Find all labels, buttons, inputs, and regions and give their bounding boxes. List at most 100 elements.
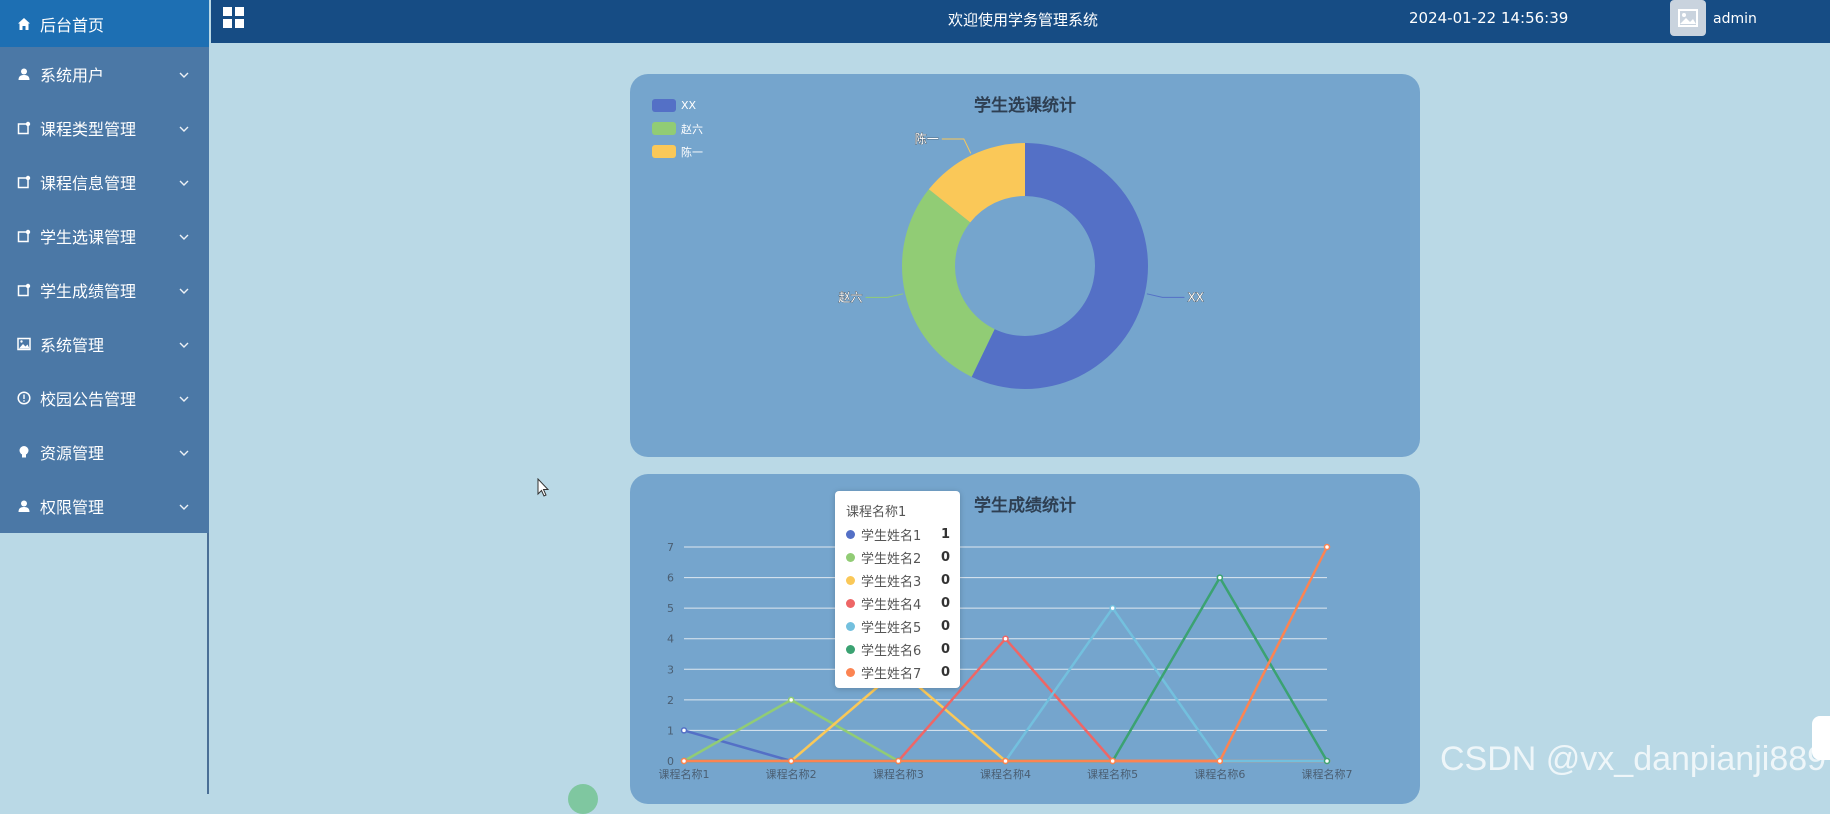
sidebar-menu: 后台首页系统用户课程类型管理 课程信息管理学生选课管理学生成绩管理 系统管理校园公告… xyxy=(0,0,209,533)
chevron-down-icon xyxy=(179,499,189,513)
edit-icon xyxy=(16,174,32,190)
x-tick-label: 课程名称1 xyxy=(659,767,710,781)
data-point[interactable] xyxy=(1109,757,1116,765)
data-point[interactable] xyxy=(1109,604,1116,612)
y-tick-label: 7 xyxy=(667,541,674,554)
grid-menu-icon[interactable] xyxy=(223,7,245,33)
data-point[interactable] xyxy=(787,757,795,765)
series-line[interactable] xyxy=(683,729,1327,763)
tooltip-series-value: 0 xyxy=(940,595,950,611)
x-tick-label: 课程名称2 xyxy=(766,767,817,781)
tooltip-row: 学生姓名2 0 xyxy=(846,547,950,567)
chevron-down-icon xyxy=(179,67,189,81)
x-tick-label: 课程名称6 xyxy=(1194,767,1245,781)
data-point[interactable] xyxy=(1323,757,1331,765)
edit-icon xyxy=(16,282,32,298)
sidebar-item-4[interactable]: 学生选课管理 xyxy=(0,209,209,263)
pie-label-line xyxy=(941,138,972,154)
sidebar-item-9[interactable]: 权限管理 xyxy=(0,479,209,533)
sidebar-item-2[interactable]: 课程类型管理 xyxy=(0,101,209,155)
tooltip-series-name: 学生姓名7 xyxy=(861,666,922,682)
mouse-cursor-icon xyxy=(537,477,550,502)
tooltip-series-value: 0 xyxy=(940,549,950,565)
tooltip-title: 课程名称1 xyxy=(846,505,907,520)
legend-dot-icon xyxy=(846,552,855,562)
y-tick-label: 3 xyxy=(667,663,674,676)
sidebar-item-label: 权限管理 xyxy=(40,498,105,517)
tooltip-row: 学生姓名6 0 xyxy=(846,639,950,659)
tooltip-series-value: 0 xyxy=(940,572,950,588)
info-icon xyxy=(16,390,32,406)
legend-dot-icon xyxy=(846,644,855,654)
tooltip-series-value: 1 xyxy=(940,526,950,542)
sidebar-item-0[interactable]: 后台首页 xyxy=(0,0,209,47)
series-line[interactable] xyxy=(684,667,1327,763)
data-point[interactable] xyxy=(895,757,902,765)
sidebar-item-label: 系统用户 xyxy=(40,66,105,85)
tooltip-series-name: 学生姓名5 xyxy=(861,620,922,636)
sidebar: 后台首页系统用户课程类型管理 课程信息管理学生选课管理学生成绩管理 系统管理校园公告… xyxy=(0,0,209,794)
tooltip-row: 学生姓名3 0 xyxy=(846,570,950,590)
tooltip-row: 学生姓名5 0 xyxy=(846,616,950,636)
top-header: 欢迎使用学务管理系统 2024-01-22 14:56:39 admin xyxy=(211,0,1830,43)
x-tick-label: 课程名称7 xyxy=(1302,767,1353,781)
chevron-down-icon xyxy=(179,445,189,459)
user-icon xyxy=(16,498,32,514)
data-point[interactable] xyxy=(1002,757,1009,765)
pie-slice[interactable] xyxy=(901,189,995,377)
sidebar-item-label: 学生成绩管理 xyxy=(40,282,137,301)
header-username[interactable]: admin xyxy=(1713,11,1757,27)
sidebar-item-label: 课程类型管理 xyxy=(40,120,137,139)
pie-label: 陈一 xyxy=(915,131,939,146)
floating-badge[interactable] xyxy=(568,784,598,814)
data-point[interactable] xyxy=(1216,574,1224,581)
y-tick-label: 4 xyxy=(667,633,674,646)
sidebar-item-5[interactable]: 学生成绩管理 xyxy=(0,263,209,317)
pie-chart: XX 赵六 陈一 xyxy=(838,131,1204,389)
legend-dot-icon xyxy=(846,598,855,608)
data-point[interactable] xyxy=(680,727,688,734)
x-tick-label: 课程名称3 xyxy=(873,767,924,781)
tooltip-row: 学生姓名7 0 xyxy=(846,662,950,682)
pie-label-line xyxy=(865,293,904,298)
data-point[interactable] xyxy=(1216,757,1224,765)
chevron-down-icon xyxy=(179,337,189,351)
tooltip-series-name: 学生姓名2 xyxy=(861,551,922,567)
y-tick-label: 6 xyxy=(667,572,674,585)
edit-icon xyxy=(16,120,32,136)
tooltip-series-value: 0 xyxy=(940,641,950,657)
pie-label: XX xyxy=(1187,290,1203,304)
y-tick-label: 5 xyxy=(667,602,674,615)
avatar[interactable] xyxy=(1670,0,1706,36)
x-tick-label: 课程名称5 xyxy=(1087,767,1138,781)
y-tick-label: 0 xyxy=(667,755,674,768)
data-point[interactable] xyxy=(1002,635,1009,642)
chart-tooltip: 课程名称1 学生姓名1 1 学生姓名2 0 学生姓名3 0 学生姓名4 0 学生姓名5 0 学生姓名… xyxy=(835,491,960,688)
sidebar-item-3[interactable]: 课程信息管理 xyxy=(0,155,209,209)
image-icon xyxy=(1678,9,1698,27)
chevron-down-icon xyxy=(179,283,189,297)
line-chart: 0 1 2 3 4 5 6 7 课程名称1 课程名称2 课程名称3 课程名称4 课程名称5 课程名称6 课程… xyxy=(659,541,1353,781)
tooltip-series-name: 学生姓名3 xyxy=(861,574,922,590)
tooltip-series-name: 学生姓名4 xyxy=(861,597,922,613)
data-point[interactable] xyxy=(680,757,688,765)
data-point[interactable] xyxy=(787,696,795,704)
sidebar-item-label: 系统管理 xyxy=(40,336,105,355)
sidebar-item-label: 课程信息管理 xyxy=(40,174,137,193)
sidebar-item-8[interactable]: 资源管理 xyxy=(0,425,209,479)
chevron-down-icon xyxy=(179,391,189,405)
chevron-down-icon xyxy=(179,229,189,243)
chevron-down-icon xyxy=(179,121,189,135)
sidebar-item-6[interactable]: 系统管理 xyxy=(0,317,209,371)
sidebar-item-1[interactable]: 系统用户 xyxy=(0,47,209,101)
tooltip-row: 学生姓名1 1 xyxy=(846,524,950,544)
sidebar-item-7[interactable]: 校园公告管理 xyxy=(0,371,209,425)
pie-label: 赵六 xyxy=(839,290,863,304)
series-line[interactable] xyxy=(684,546,1329,763)
tooltip-series-value: 0 xyxy=(940,618,950,634)
data-point[interactable] xyxy=(1323,543,1331,551)
y-tick-label: 2 xyxy=(667,694,674,707)
course-selection-card: 学生选课统计 XX 赵六 陈一 XX 赵六 陈一 xyxy=(630,74,1420,457)
sidebar-item-label: 资源管理 xyxy=(40,444,105,463)
sidebar-item-label: 校园公告管理 xyxy=(40,390,137,409)
